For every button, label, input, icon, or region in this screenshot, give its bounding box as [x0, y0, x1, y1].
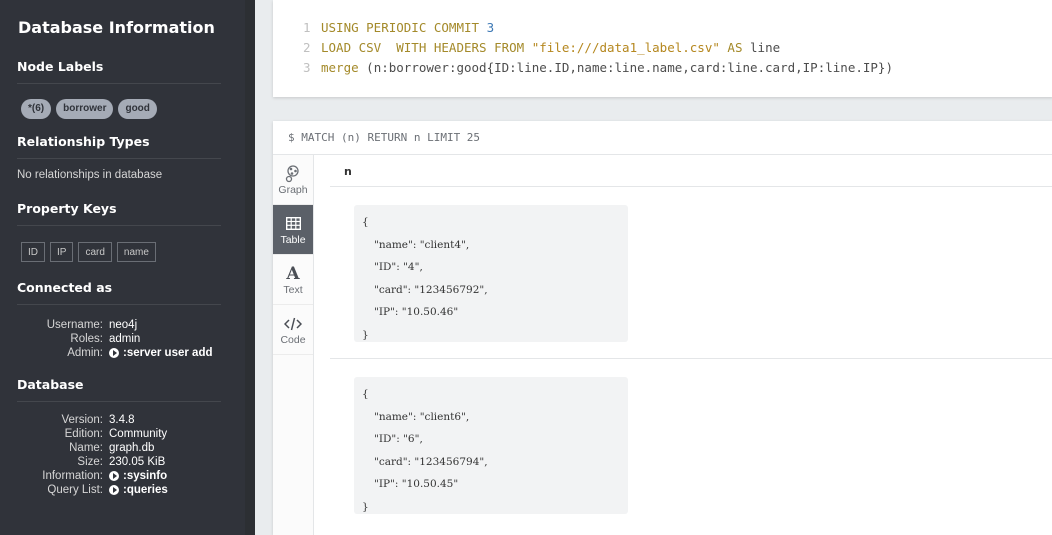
- json-id-property: "ID": "6",: [374, 433, 423, 445]
- connected-as-heading: Connected as: [17, 280, 221, 305]
- tab-graph-label: Graph: [278, 183, 308, 196]
- database-info-sidebar: Database Information Node Labels *(6) bo…: [0, 0, 245, 535]
- keyword: LOAD CSV WITH HEADERS FROM: [321, 40, 525, 55]
- edition-label: Edition:: [64, 428, 103, 440]
- node-label-borrower[interactable]: borrower: [56, 99, 114, 119]
- property-key-card[interactable]: card: [78, 242, 112, 262]
- size-value: 230.05 KiB: [109, 456, 166, 468]
- json-ip-property: "IP": "10.50.45": [374, 478, 459, 490]
- sysinfo-command-link[interactable]: :sysinfo: [109, 470, 221, 482]
- result-query-title[interactable]: $ MATCH (n) RETURN n LIMIT 25: [273, 121, 1052, 155]
- edition-value: Community: [109, 428, 168, 440]
- name-value: graph.db: [109, 442, 155, 454]
- name-label: Name:: [69, 442, 103, 454]
- keyword: USING PERIODIC COMMIT: [321, 20, 480, 35]
- identifier: line: [750, 40, 781, 55]
- tab-graph[interactable]: Graph: [273, 155, 313, 205]
- node-labels-heading: Node Labels: [17, 59, 221, 84]
- json-card-property: "card": "123456792",: [374, 283, 488, 296]
- admin-label: Admin:: [67, 347, 103, 359]
- queries-command-text: :queries: [123, 484, 168, 496]
- play-icon: [109, 348, 119, 358]
- node-json-cell: { "name": "client6", "ID": "6", "card": …: [354, 377, 628, 514]
- property-key-ip[interactable]: IP: [50, 242, 74, 262]
- line-number: 1: [303, 20, 311, 35]
- text-icon: A: [286, 263, 300, 284]
- string-literal: "file:///data1_label.csv": [531, 40, 720, 55]
- property-keys-list: ID IP card name: [21, 242, 221, 262]
- tab-table[interactable]: Table: [273, 205, 313, 255]
- main-stream: 1 USING PERIODIC COMMIT 3 2 LOAD CSV WITH …: [255, 0, 1052, 535]
- table-row: { "name": "client4", "ID": "4", "card": …: [330, 187, 1052, 359]
- admin-command-link[interactable]: :server user add: [109, 347, 221, 359]
- property-key-name[interactable]: name: [116, 242, 156, 262]
- admin-command-text: :server user add: [123, 347, 213, 359]
- keyword: merge: [321, 60, 359, 75]
- result-frame: $ MATCH (n) RETURN n LIMIT 25 Graph Tabl…: [273, 121, 1052, 535]
- editor-line-2: 2 LOAD CSV WITH HEADERS FROM "file:///dat…: [303, 38, 1052, 58]
- play-icon: [109, 485, 119, 495]
- tab-table-label: Table: [280, 233, 306, 246]
- sysinfo-command-text: :sysinfo: [123, 470, 168, 482]
- information-label: Information:: [42, 470, 103, 482]
- tab-code-label: Code: [280, 333, 306, 346]
- query-editor[interactable]: 1 USING PERIODIC COMMIT 3 2 LOAD CSV WITH …: [273, 0, 1052, 97]
- number-literal: 3: [486, 20, 495, 35]
- line-number: 3: [303, 60, 311, 75]
- json-close-brace: }: [362, 500, 369, 513]
- version-value: 3.4.8: [109, 414, 135, 426]
- username-label: Username:: [46, 319, 103, 331]
- table-icon: [285, 214, 301, 234]
- property-key-id[interactable]: ID: [21, 242, 45, 262]
- play-icon: [109, 471, 119, 481]
- view-tabs: Graph Table A Text Code: [273, 155, 314, 535]
- table-row: { "name": "client6", "ID": "6", "card": …: [330, 359, 1052, 535]
- roles-label: Roles:: [70, 333, 103, 345]
- json-ip-property: "IP": "10.50.46": [374, 306, 459, 318]
- tab-text-label: Text: [283, 283, 303, 296]
- json-open-brace: {: [362, 388, 369, 400]
- json-name-property: "name": "client4",: [374, 238, 470, 251]
- json-name-property: "name": "client6",: [374, 410, 470, 423]
- column-header-n: n: [330, 155, 1052, 187]
- json-id-property: "ID": "4",: [374, 261, 423, 273]
- node-labels-list: *(6) borrower good: [21, 99, 221, 119]
- graph-icon: [285, 164, 301, 184]
- node-label-all[interactable]: *(6): [21, 99, 52, 119]
- json-open-brace: {: [362, 216, 369, 228]
- editor-line-3: 3 merge (n:borrower:good{ID:line.ID,name:…: [303, 58, 1052, 78]
- username-value: neo4j: [109, 319, 138, 331]
- json-card-property: "card": "123456794",: [374, 455, 488, 468]
- relationship-types-heading: Relationship Types: [17, 134, 221, 159]
- roles-value: admin: [109, 333, 141, 345]
- line-number: 2: [303, 40, 311, 55]
- json-close-brace: }: [362, 328, 369, 341]
- code-icon: [284, 314, 302, 334]
- node-json-cell: { "name": "client4", "ID": "4", "card": …: [354, 205, 628, 342]
- query-list-label: Query List:: [47, 484, 103, 496]
- queries-command-link[interactable]: :queries: [109, 484, 221, 496]
- size-label: Size:: [77, 456, 103, 468]
- pattern-text: (n:borrower:good{ID:line.ID,name:line.na…: [366, 60, 893, 75]
- no-relationships-text: No relationships in database: [17, 169, 163, 181]
- tab-code[interactable]: Code: [273, 305, 313, 355]
- database-details: Version: 3.4.8 Edition: Community Name: …: [17, 414, 221, 496]
- database-heading: Database: [17, 377, 221, 402]
- connected-as-details: Username: neo4j Roles: admin Admin: :ser…: [17, 319, 221, 359]
- editor-line-1: 1 USING PERIODIC COMMIT 3: [303, 18, 1052, 38]
- property-keys-heading: Property Keys: [17, 201, 221, 226]
- sidebar-title: Database Information: [18, 18, 215, 37]
- keyword: AS: [727, 40, 743, 55]
- node-label-good[interactable]: good: [118, 99, 157, 119]
- version-label: Version:: [61, 414, 103, 426]
- tab-text[interactable]: A Text: [273, 255, 313, 305]
